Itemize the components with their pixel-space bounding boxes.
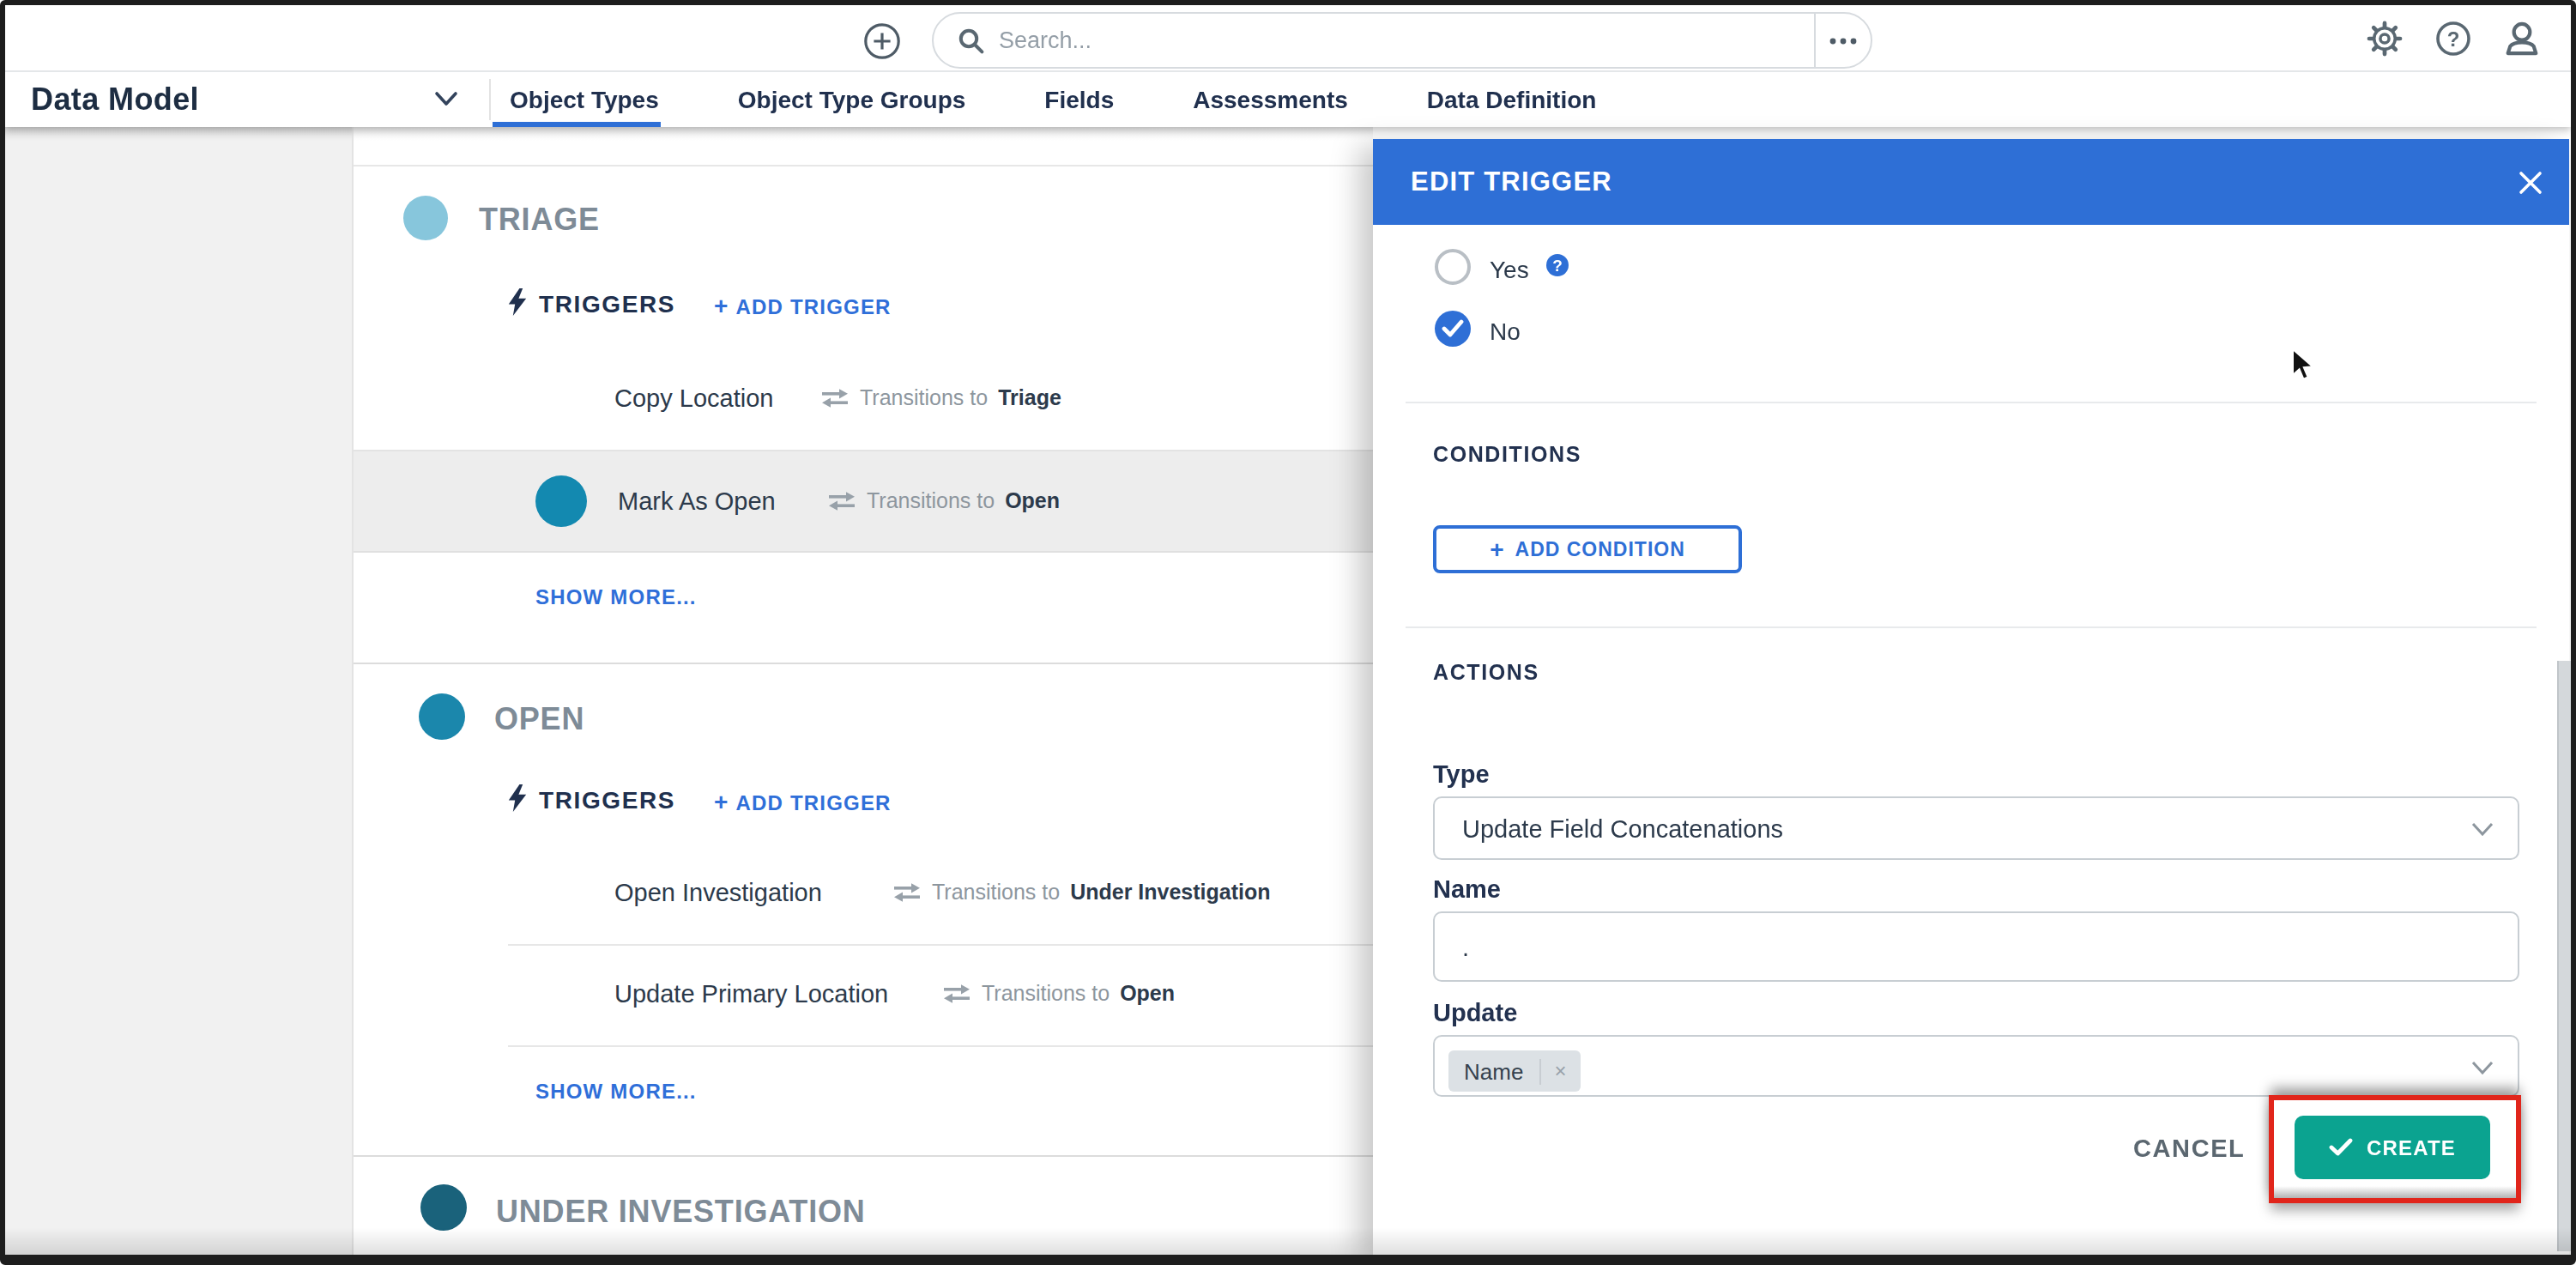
trigger-name[interactable]: Copy Location bbox=[614, 384, 773, 412]
settings-gear-icon[interactable] bbox=[2367, 21, 2403, 57]
section-title-triage: TRIAGE bbox=[479, 203, 600, 239]
create-button[interactable]: CREATE bbox=[2295, 1116, 2490, 1179]
search-more-button[interactable] bbox=[1814, 14, 1871, 67]
annotation-highlight-rect: CREATE bbox=[2269, 1095, 2521, 1203]
show-more-link-open[interactable]: SHOW MORE... bbox=[535, 1080, 697, 1104]
modal-header: EDIT TRIGGER bbox=[1373, 139, 2569, 225]
topbar-icons: ? bbox=[2367, 21, 2540, 57]
show-more-link-triage[interactable]: SHOW MORE... bbox=[535, 585, 697, 609]
active-tab-underline bbox=[493, 121, 661, 127]
trigger-transition: Transitions to Open bbox=[827, 489, 1060, 513]
row-divider bbox=[508, 944, 1373, 946]
trigger-name[interactable]: Update Primary Location bbox=[614, 980, 888, 1008]
section-title-open: OPEN bbox=[494, 702, 584, 738]
lightning-icon bbox=[508, 288, 527, 316]
state-circle-triage bbox=[403, 196, 448, 240]
state-circle-open bbox=[419, 693, 465, 740]
triggers-heading-triage: TRIGGERS bbox=[539, 290, 675, 318]
tab-object-type-groups[interactable]: Object Type Groups bbox=[698, 86, 1006, 113]
bottom-shade bbox=[5, 1227, 2571, 1255]
triggers-heading-open: TRIGGERS bbox=[539, 786, 675, 814]
chevron-down-icon bbox=[2471, 1061, 2494, 1074]
tab-fields[interactable]: Fields bbox=[1005, 86, 1153, 113]
type-label: Type bbox=[1433, 760, 1490, 788]
left-sidebar bbox=[5, 127, 354, 1255]
search-input[interactable]: Search... bbox=[932, 12, 1872, 69]
trigger-transition: Transitions to Triage bbox=[820, 386, 1061, 410]
type-select[interactable]: Update Field Concatenations bbox=[1433, 796, 2519, 860]
radio-no-label: No bbox=[1490, 318, 1521, 345]
plus-circle-icon bbox=[863, 22, 901, 60]
add-trigger-link-triage[interactable]: + ADD TRIGGER bbox=[714, 292, 892, 319]
modal-title: EDIT TRIGGER bbox=[1411, 166, 1612, 197]
top-bar: Search... ? bbox=[5, 5, 2571, 72]
section-title-under-investigation: UNDER INVESTIGATION bbox=[496, 1195, 866, 1231]
tab-bar: Object Types Object Type Groups Fields A… bbox=[470, 72, 1636, 127]
svg-text:?: ? bbox=[2447, 27, 2460, 51]
state-circle-under-investigation bbox=[420, 1184, 467, 1231]
trigger-circle-mark-as-open bbox=[535, 475, 587, 526]
add-condition-button[interactable]: +ADD CONDITION bbox=[1433, 525, 1742, 573]
name-input[interactable]: . bbox=[1433, 911, 2519, 982]
trigger-transition: Transitions to Under Investigation bbox=[892, 881, 1271, 905]
close-icon[interactable] bbox=[2511, 163, 2549, 201]
name-label: Name bbox=[1433, 875, 1501, 903]
tab-data-definition[interactable]: Data Definition bbox=[1388, 86, 1636, 113]
mouse-cursor bbox=[2291, 348, 2317, 383]
app-window: Search... ? bbox=[0, 0, 2576, 1265]
ellipsis-icon bbox=[1829, 37, 1857, 44]
radio-yes-label: Yes bbox=[1490, 256, 1529, 283]
chevron-down-icon bbox=[434, 91, 458, 106]
search-icon bbox=[958, 27, 985, 54]
modal-divider bbox=[1406, 626, 2537, 628]
radio-no[interactable] bbox=[1435, 311, 1471, 347]
modal-divider bbox=[1406, 402, 2537, 403]
section-divider bbox=[354, 1155, 1373, 1157]
conditions-heading: CONDITIONS bbox=[1433, 443, 1581, 467]
help-badge-icon[interactable]: ? bbox=[1546, 254, 1569, 276]
check-icon bbox=[2329, 1138, 2353, 1157]
update-label: Update bbox=[1433, 999, 1517, 1026]
remove-tag-icon[interactable]: × bbox=[1540, 1059, 1580, 1083]
radio-yes[interactable] bbox=[1435, 249, 1471, 285]
tab-assessments[interactable]: Assessments bbox=[1153, 86, 1388, 113]
data-model-dropdown[interactable]: Data Model bbox=[31, 82, 199, 118]
cancel-button[interactable]: CANCEL bbox=[2133, 1135, 2245, 1162]
tab-object-types[interactable]: Object Types bbox=[470, 86, 698, 113]
transitions-icon bbox=[820, 388, 850, 409]
nav-bar: Data Model Object Types Object Type Grou… bbox=[5, 72, 2571, 127]
trigger-name[interactable]: Open Investigation bbox=[614, 879, 822, 906]
help-icon[interactable]: ? bbox=[2435, 21, 2471, 57]
trigger-transition: Transitions to Open bbox=[942, 982, 1175, 1006]
transitions-icon bbox=[942, 984, 971, 1004]
selected-tag: Name × bbox=[1448, 1050, 1580, 1092]
trigger-name[interactable]: Mark As Open bbox=[618, 487, 776, 515]
row-divider bbox=[508, 1045, 1373, 1047]
account-icon[interactable] bbox=[2504, 21, 2540, 57]
content-top-divider bbox=[354, 165, 1373, 166]
lightning-icon bbox=[508, 784, 527, 812]
chevron-down-icon bbox=[2471, 822, 2494, 836]
add-button[interactable] bbox=[863, 22, 901, 60]
section-divider bbox=[354, 663, 1373, 664]
transitions-icon bbox=[892, 882, 922, 903]
add-trigger-link-open[interactable]: + ADD TRIGGER bbox=[714, 788, 892, 815]
search-placeholder: Search... bbox=[999, 27, 1091, 53]
transitions-icon bbox=[827, 491, 856, 511]
edit-trigger-modal: EDIT TRIGGER Yes ? No CONDITIONS +ADD CO… bbox=[1373, 139, 2569, 1255]
actions-heading: ACTIONS bbox=[1433, 661, 1539, 685]
update-select[interactable]: Name × bbox=[1433, 1035, 2519, 1097]
scrollbar[interactable] bbox=[2556, 661, 2570, 1251]
